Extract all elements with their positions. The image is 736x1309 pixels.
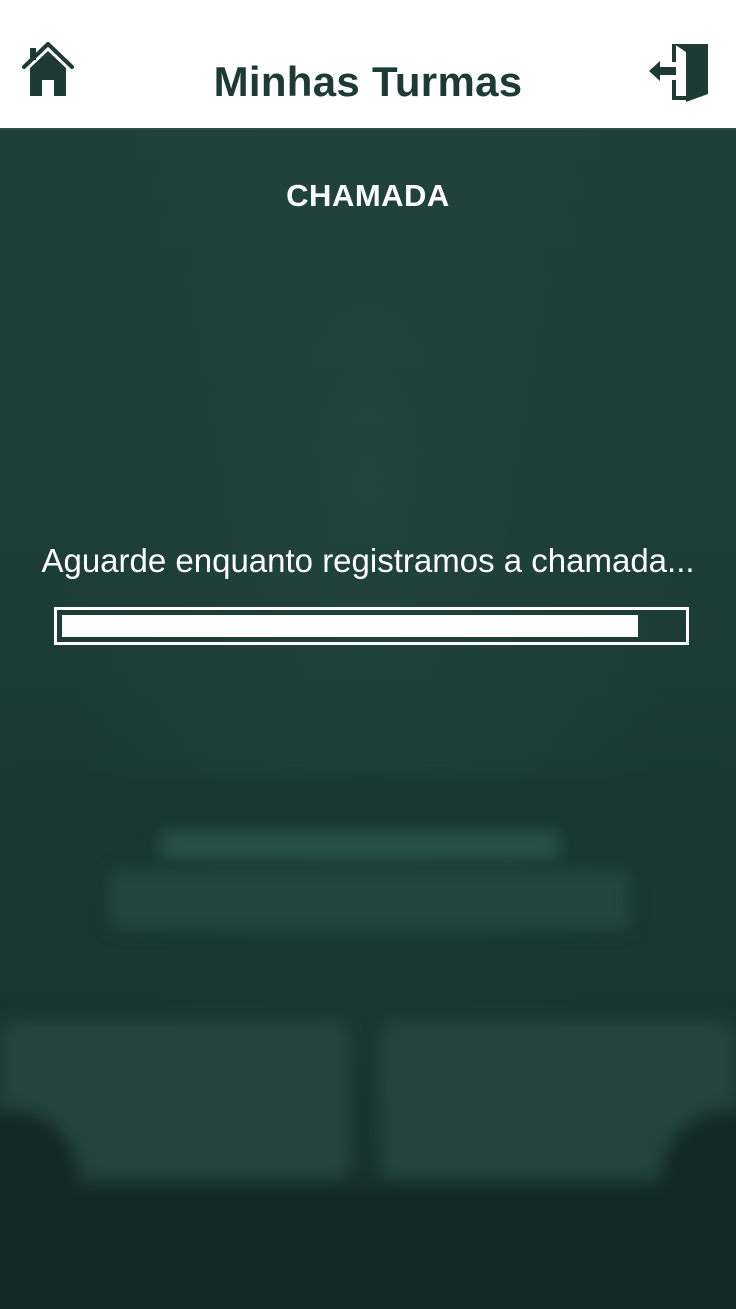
background-decoration [160,830,560,860]
app-header: Minhas Turmas [0,0,736,130]
logout-button[interactable] [646,40,712,106]
main-content: CHAMADA Aguarde enquanto registramos a c… [0,130,736,1309]
progress-bar [54,607,689,645]
page-title: Minhas Turmas [213,58,523,105]
background-decoration [110,870,630,930]
section-title: CHAMADA [286,178,450,213]
background-decoration [660,1110,736,1309]
background-decoration [0,1110,80,1309]
exit-door-icon [649,44,708,102]
loading-message: Aguarde enquanto registramos a chamada..… [41,542,695,579]
background-decoration [0,1190,736,1309]
progress-fill [62,615,638,637]
